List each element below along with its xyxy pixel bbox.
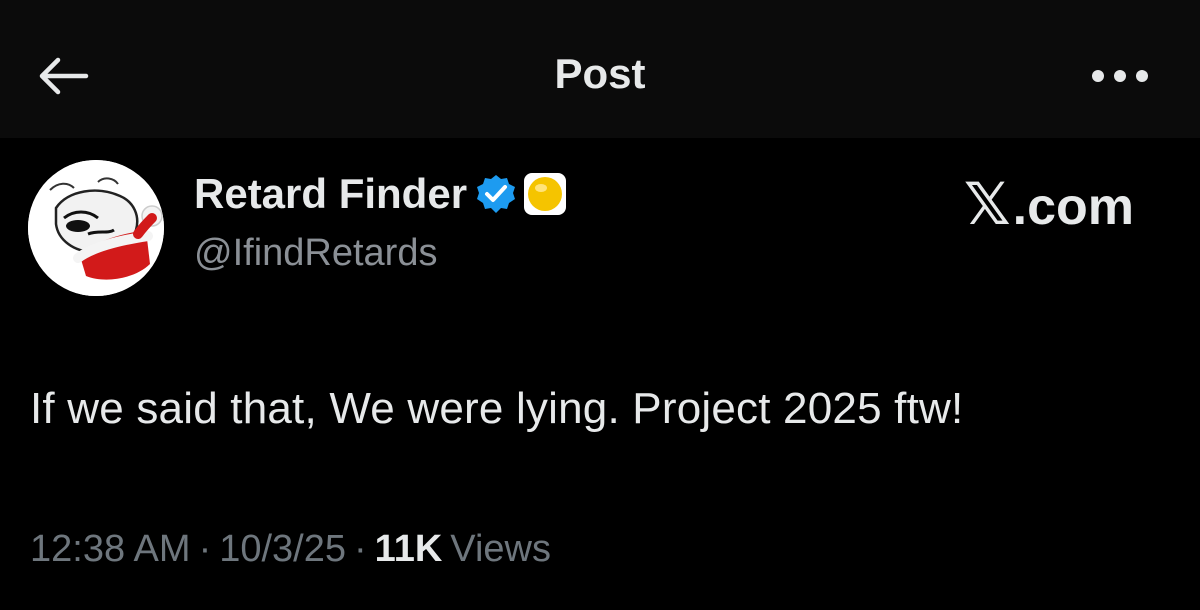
x-logo-icon: 𝕏 <box>963 172 1011 237</box>
post-time[interactable]: 12:38 AM <box>30 528 191 571</box>
author-badges <box>475 172 567 216</box>
more-horizontal-icon <box>1092 70 1148 82</box>
yellow-circle-badge-icon[interactable] <box>523 172 567 216</box>
brand-suffix: .com <box>1012 178 1134 236</box>
verified-badge-icon[interactable] <box>475 173 517 215</box>
views-label: Views <box>450 528 551 570</box>
views-count[interactable]: 11K <box>375 528 443 571</box>
author-display-name[interactable]: Retard Finder <box>194 170 467 218</box>
avatar[interactable] <box>28 160 164 296</box>
post-meta: 12:38 AM · 10/3/25 · 11K Views <box>30 528 551 571</box>
post-text: If we said that, We were lying. Project … <box>30 384 964 433</box>
top-bar: Post <box>0 0 1200 138</box>
author-name-row: Retard Finder <box>194 170 567 218</box>
page-title: Post <box>554 50 646 97</box>
meta-separator: · <box>354 528 367 570</box>
arrow-left-icon <box>39 57 89 95</box>
more-options-button[interactable] <box>1084 56 1156 96</box>
avatar-santa-hat-icon <box>28 160 164 296</box>
back-button[interactable] <box>30 48 94 104</box>
meta-separator: · <box>198 528 212 570</box>
post-date[interactable]: 10/3/25 <box>219 528 346 571</box>
author-handle[interactable]: @IfindRetards <box>194 232 437 275</box>
x-com-watermark: 𝕏 .com <box>964 170 1134 238</box>
